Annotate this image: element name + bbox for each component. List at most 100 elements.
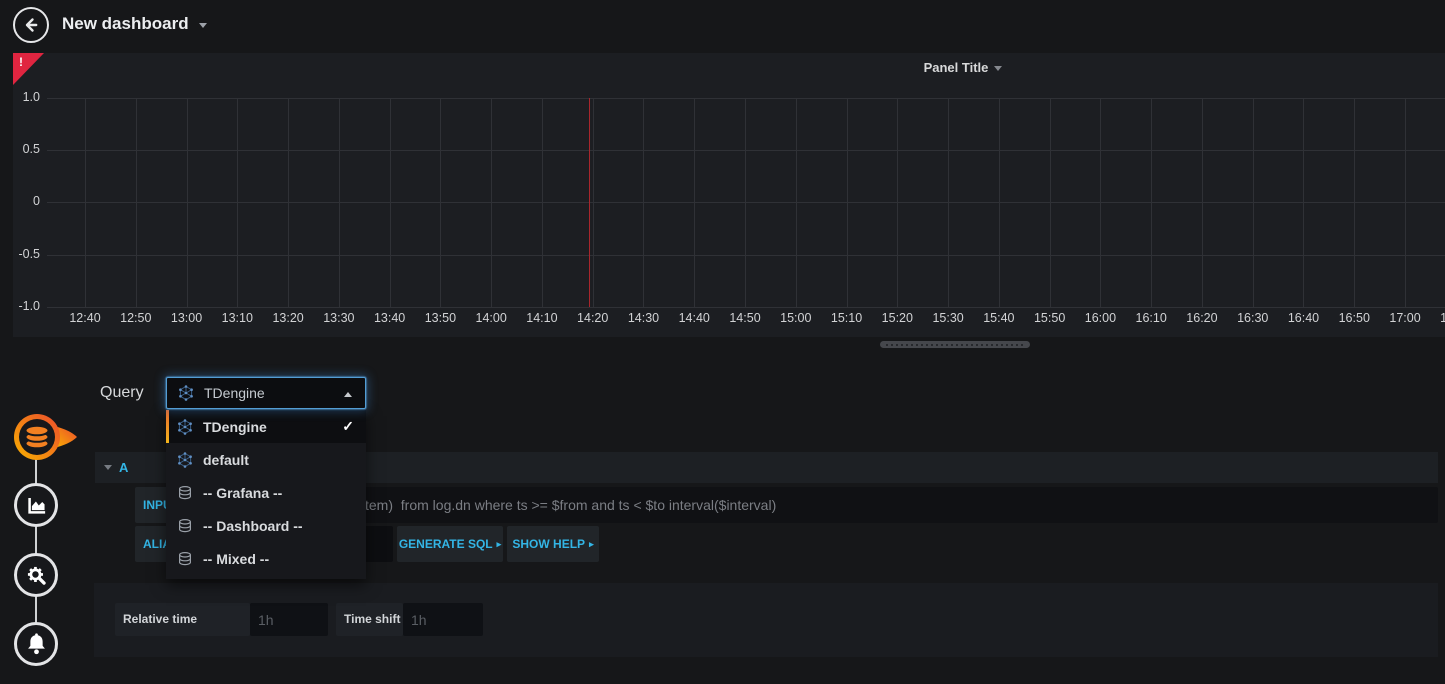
database-icon (26, 426, 49, 449)
tab-queries[interactable] (10, 410, 82, 464)
x-gridline (339, 98, 340, 307)
collapse-caret-icon (104, 465, 112, 470)
x-axis-label: 13:00 (165, 311, 209, 325)
time-shift-label: Time shift (336, 603, 403, 636)
y-gridline (47, 98, 1445, 99)
query-section-label: Query (100, 384, 144, 402)
x-gridline (1405, 98, 1406, 307)
back-button[interactable] (13, 7, 49, 43)
x-axis-label: 16:10 (1129, 311, 1173, 325)
query-ref-letter: A (119, 460, 128, 475)
x-gridline (542, 98, 543, 307)
relative-time-input[interactable] (250, 603, 328, 636)
x-axis-label: 15:50 (1028, 311, 1072, 325)
x-gridline (897, 98, 898, 307)
x-axis-label: 12:40 (63, 311, 107, 325)
x-axis-label: 16:00 (1078, 311, 1122, 325)
y-axis-label: -1.0 (13, 299, 40, 313)
chevron-up-icon (344, 392, 352, 397)
x-axis-label: 14:50 (723, 311, 767, 325)
x-axis-label: 16:40 (1281, 311, 1325, 325)
menu-item-label: -- Mixed -- (203, 551, 269, 567)
y-gridline (47, 150, 1445, 151)
x-axis-label: 14:00 (469, 311, 513, 325)
x-axis-label: 15:00 (774, 311, 818, 325)
x-axis-label: 13:10 (215, 311, 259, 325)
menu-item-mixed[interactable]: -- Mixed -- (166, 542, 366, 575)
y-axis-label: 0 (13, 194, 40, 208)
menu-item-grafana[interactable]: -- Grafana -- (166, 476, 366, 509)
sql-input[interactable] (234, 487, 1438, 523)
generate-sql-button[interactable]: GENERATE SQL▸ (397, 526, 503, 562)
datasource-select-value: TDengine (204, 385, 265, 401)
x-axis-label: 14:40 (672, 311, 716, 325)
x-gridline (948, 98, 949, 307)
tab-general[interactable] (14, 553, 58, 597)
dashboard-title[interactable]: New dashboard (62, 14, 207, 34)
database-icon (177, 551, 193, 567)
time-shift-input[interactable] (403, 603, 483, 636)
x-gridline (440, 98, 441, 307)
x-gridline (1202, 98, 1203, 307)
x-gridline (1050, 98, 1051, 307)
x-gridline (1253, 98, 1254, 307)
x-gridline (643, 98, 644, 307)
x-axis-label: 16:30 (1231, 311, 1275, 325)
x-gridline (593, 98, 594, 307)
grafana-dashboard-edit: New dashboard ! Panel Title 1.00.50-0.5-… (0, 0, 1445, 684)
x-axis-label: 16:50 (1332, 311, 1376, 325)
menu-item-tdengine[interactable]: TDengine ✓ (166, 410, 366, 443)
x-gridline (491, 98, 492, 307)
x-axis-label: 15:30 (926, 311, 970, 325)
x-gridline (1151, 98, 1152, 307)
tab-connector-line (35, 437, 37, 644)
graph-panel: ! Panel Title 1.00.50-0.5-1.012:4012:501… (13, 53, 1445, 337)
y-axis-label: 0.5 (13, 142, 40, 156)
menu-item-dashboard[interactable]: -- Dashboard -- (166, 509, 366, 542)
tab-visualization[interactable] (14, 483, 58, 527)
y-axis-label: 1.0 (13, 90, 40, 104)
x-gridline (85, 98, 86, 307)
x-axis-label: 13:20 (266, 311, 310, 325)
x-axis-label: 17:10 (1434, 311, 1445, 325)
chart-plot: 1.00.50-0.5-1.012:4012:5013:0013:1013:20… (13, 53, 1445, 337)
datasource-menu: TDengine ✓ default -- Grafana -- (166, 410, 366, 579)
y-gridline (47, 202, 1445, 203)
generate-sql-label: GENERATE SQL (399, 537, 493, 551)
database-icon (177, 485, 193, 501)
tdengine-icon (177, 419, 193, 435)
relative-time-label: Relative time (115, 603, 250, 636)
x-gridline (136, 98, 137, 307)
x-axis-label: 14:30 (621, 311, 665, 325)
x-gridline (187, 98, 188, 307)
back-arrow-icon (22, 16, 40, 34)
x-axis-label: 17:00 (1383, 311, 1427, 325)
x-axis-label: 16:20 (1180, 311, 1224, 325)
dashboard-title-text: New dashboard (62, 14, 189, 34)
x-gridline (1303, 98, 1304, 307)
menu-item-default[interactable]: default (166, 443, 366, 476)
tab-alert[interactable] (14, 622, 58, 666)
show-help-label: SHOW HELP (512, 537, 585, 551)
x-gridline (390, 98, 391, 307)
gear-icon (25, 564, 48, 587)
x-axis-label: 15:40 (977, 311, 1021, 325)
menu-item-label: default (203, 452, 249, 468)
panel-resize-handle[interactable] (880, 341, 1030, 348)
x-gridline (288, 98, 289, 307)
annotation-line (589, 98, 590, 307)
x-axis-label: 14:10 (520, 311, 564, 325)
check-icon: ✓ (342, 418, 354, 435)
x-gridline (694, 98, 695, 307)
bell-icon (24, 632, 49, 657)
y-axis-label: -0.5 (13, 247, 40, 261)
chevron-down-icon (199, 23, 207, 28)
x-gridline (796, 98, 797, 307)
x-gridline (847, 98, 848, 307)
show-help-button[interactable]: SHOW HELP▸ (507, 526, 599, 562)
tdengine-icon (178, 385, 194, 401)
x-gridline (745, 98, 746, 307)
x-axis-label: 13:40 (368, 311, 412, 325)
datasource-select[interactable]: TDengine (166, 377, 366, 409)
x-axis-label: 14:20 (571, 311, 615, 325)
